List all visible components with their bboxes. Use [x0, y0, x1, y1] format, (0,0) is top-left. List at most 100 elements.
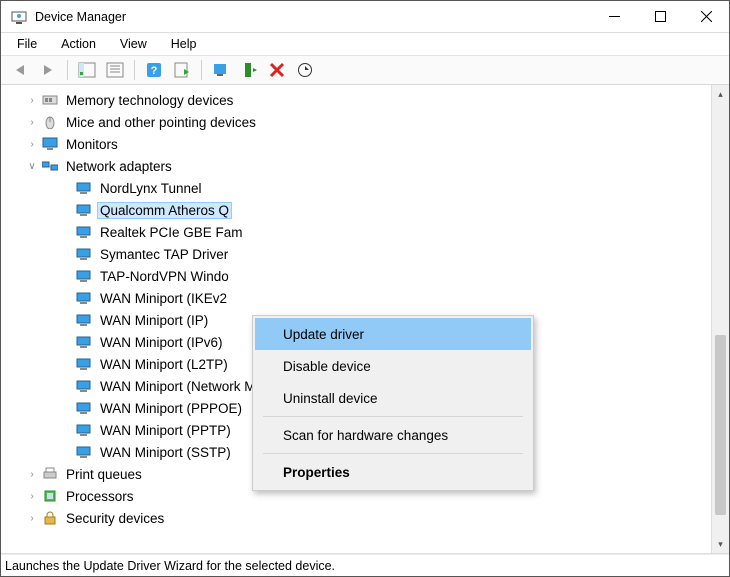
device-label: Symantec TAP Driver — [97, 246, 231, 263]
category-icon — [41, 114, 59, 130]
network-adapter-icon — [75, 400, 93, 416]
category-label: Security devices — [63, 510, 167, 527]
context-menu-separator — [263, 416, 523, 417]
tree-device-item[interactable]: ›Qualcomm Atheros Q — [5, 199, 711, 221]
device-label: NordLynx Tunnel — [97, 180, 205, 197]
device-label: WAN Miniport (IKEv2 — [97, 290, 230, 307]
menu-file[interactable]: File — [7, 35, 47, 53]
menubar: File Action View Help — [1, 33, 729, 55]
category-icon — [41, 136, 59, 152]
network-adapter-icon — [75, 356, 93, 372]
expand-chevron-icon[interactable]: › — [25, 95, 39, 106]
network-adapter-icon — [75, 444, 93, 460]
network-adapter-icon — [75, 268, 93, 284]
menu-help[interactable]: Help — [161, 35, 207, 53]
help-button[interactable]: ? — [141, 58, 167, 82]
category-icon — [41, 92, 59, 108]
uninstall-device-button[interactable] — [264, 58, 290, 82]
window-controls — [591, 1, 729, 33]
menu-view[interactable]: View — [110, 35, 157, 53]
category-label: Network adapters — [63, 158, 175, 175]
context-menu-item[interactable]: Scan for hardware changes — [255, 419, 531, 451]
close-button[interactable] — [683, 1, 729, 33]
tree-category[interactable]: › Monitors — [5, 133, 711, 155]
expand-chevron-icon[interactable]: ∨ — [25, 161, 39, 172]
status-text: Launches the Update Driver Wizard for th… — [5, 559, 335, 573]
toolbar-separator — [134, 60, 135, 80]
show-hide-tree-button[interactable] — [74, 58, 100, 82]
minimize-button[interactable] — [591, 1, 637, 33]
context-menu-separator — [263, 453, 523, 454]
tree-device-item[interactable]: ›NordLynx Tunnel — [5, 177, 711, 199]
update-driver-button[interactable] — [208, 58, 234, 82]
expand-chevron-icon[interactable]: › — [25, 139, 39, 150]
expand-chevron-icon[interactable]: › — [25, 491, 39, 502]
context-menu: Update driverDisable deviceUninstall dev… — [252, 315, 534, 491]
category-label: Memory technology devices — [63, 92, 236, 109]
vertical-scrollbar[interactable]: ▴ ▾ — [711, 85, 729, 553]
category-label: Monitors — [63, 136, 121, 153]
toolbar-separator — [201, 60, 202, 80]
context-menu-item[interactable]: Update driver — [255, 318, 531, 350]
toolbar-separator — [67, 60, 68, 80]
category-icon — [41, 510, 59, 526]
toolbar-properties-button[interactable] — [102, 58, 128, 82]
category-label: Print queues — [63, 466, 145, 483]
device-label: WAN Miniport (IPv6) — [97, 334, 226, 351]
category-label: Processors — [63, 488, 137, 505]
menu-action[interactable]: Action — [51, 35, 106, 53]
network-adapter-icon — [75, 378, 93, 394]
tree-device-item[interactable]: ›Symantec TAP Driver — [5, 243, 711, 265]
device-label: Realtek PCIe GBE Fam — [97, 224, 246, 241]
category-icon — [41, 488, 59, 504]
scan-hardware-button[interactable] — [292, 58, 318, 82]
toolbar-action-button[interactable] — [169, 58, 195, 82]
expand-chevron-icon[interactable]: › — [25, 117, 39, 128]
category-icon — [41, 466, 59, 482]
scroll-up-button[interactable]: ▴ — [712, 85, 729, 103]
device-label: WAN Miniport (PPPOE) — [97, 400, 245, 417]
tree-category[interactable]: › Security devices — [5, 507, 711, 529]
network-adapter-icon — [75, 224, 93, 240]
network-adapter-icon — [75, 246, 93, 262]
tree-category[interactable]: ∨ Network adapters — [5, 155, 711, 177]
device-label: WAN Miniport (SSTP) — [97, 444, 234, 461]
client-area: › Memory technology devices › Mice and othe… — [1, 85, 729, 554]
maximize-button[interactable] — [637, 1, 683, 33]
network-adapter-icon — [75, 334, 93, 350]
network-adapter-icon — [75, 180, 93, 196]
expand-chevron-icon[interactable]: › — [25, 469, 39, 480]
tree-device-item[interactable]: ›WAN Miniport (IKEv2 — [5, 287, 711, 309]
forward-button[interactable] — [35, 58, 61, 82]
scroll-down-button[interactable]: ▾ — [712, 535, 729, 553]
app-icon — [11, 9, 27, 25]
tree-device-item[interactable]: ›Realtek PCIe GBE Fam — [5, 221, 711, 243]
status-bar: Launches the Update Driver Wizard for th… — [1, 554, 729, 576]
category-label: Mice and other pointing devices — [63, 114, 259, 131]
device-label: TAP-NordVPN Windo — [97, 268, 232, 285]
window-title: Device Manager — [35, 10, 126, 24]
device-label: WAN Miniport (L2TP) — [97, 356, 231, 373]
device-manager-window: Device Manager File Action View Help ? ›… — [0, 0, 730, 577]
context-menu-item[interactable]: Uninstall device — [255, 382, 531, 414]
expand-chevron-icon[interactable]: › — [25, 513, 39, 524]
svg-text:?: ? — [151, 65, 158, 77]
scroll-thumb[interactable] — [715, 335, 726, 515]
device-label: Qualcomm Atheros Q — [97, 202, 232, 219]
network-adapter-icon — [75, 202, 93, 218]
tree-device-item[interactable]: ›TAP-NordVPN Windo — [5, 265, 711, 287]
network-adapter-icon — [75, 290, 93, 306]
network-adapter-icon — [75, 312, 93, 328]
context-menu-item[interactable]: Disable device — [255, 350, 531, 382]
device-label: WAN Miniport (IP) — [97, 312, 211, 329]
device-label: WAN Miniport (PPTP) — [97, 422, 234, 439]
tree-category[interactable]: › Mice and other pointing devices — [5, 111, 711, 133]
back-button[interactable] — [7, 58, 33, 82]
tree-category[interactable]: › Memory technology devices — [5, 89, 711, 111]
network-adapter-icon — [75, 422, 93, 438]
titlebar: Device Manager — [1, 1, 729, 33]
toolbar: ? — [1, 55, 729, 85]
category-icon — [41, 158, 59, 174]
enable-device-button[interactable] — [236, 58, 262, 82]
context-menu-item[interactable]: Properties — [255, 456, 531, 488]
